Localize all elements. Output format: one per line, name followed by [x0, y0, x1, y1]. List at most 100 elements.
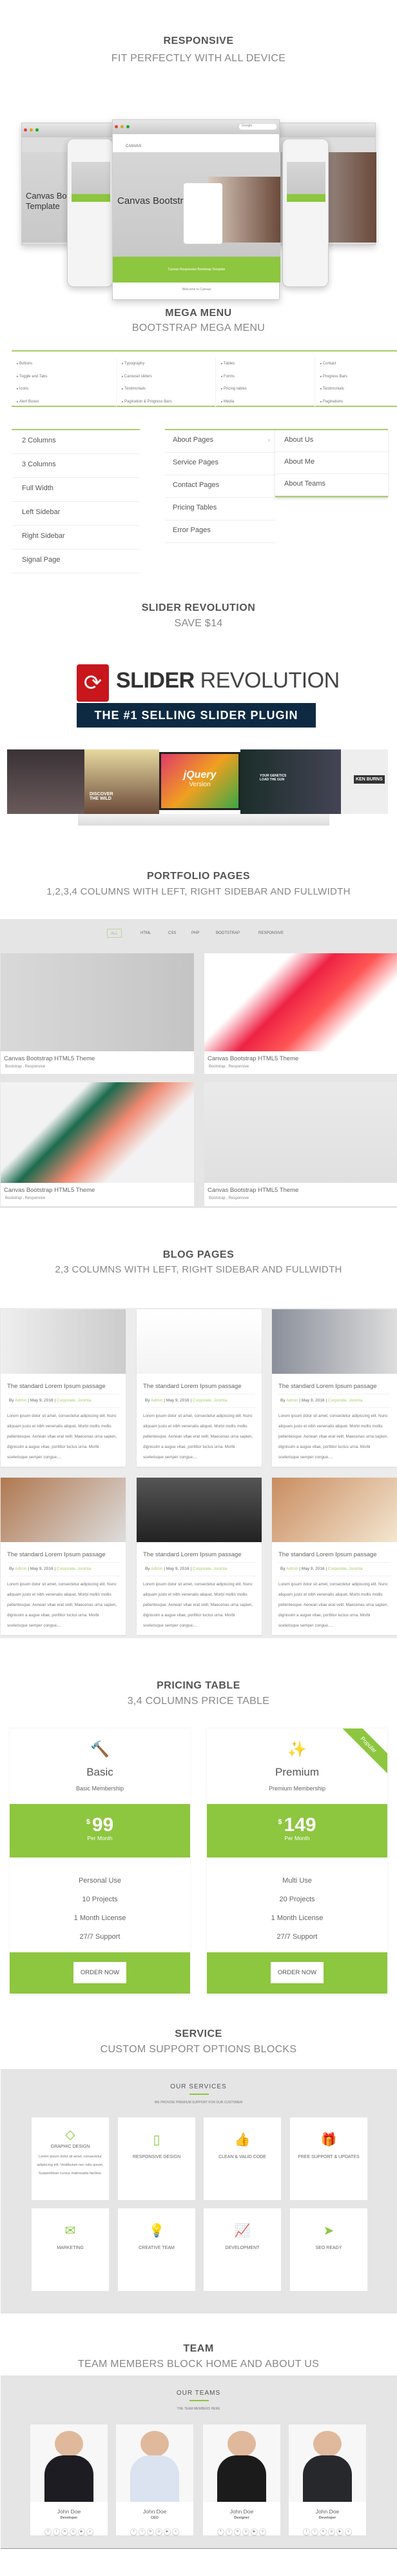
- author-link[interactable]: Admin: [15, 1398, 26, 1403]
- category-links[interactable]: Corporate, Joomla: [193, 1567, 227, 1571]
- portfolio-item[interactable]: Canvas Bootstrap HTML5 Theme Bootstrap , …: [204, 953, 397, 1074]
- layout-menu-item[interactable]: Right Sidebar: [12, 526, 140, 550]
- facebook-icon[interactable]: f: [130, 2528, 137, 2535]
- order-now-button[interactable]: ORDER NOW: [271, 1962, 324, 1983]
- blog-post-image[interactable]: [1, 1309, 126, 1374]
- portfolio-item-title[interactable]: Canvas Bootstrap HTML5 Theme: [4, 1187, 191, 1194]
- layout-menu-item[interactable]: Left Sidebar: [12, 502, 140, 526]
- portfolio-item-title[interactable]: Canvas Bootstrap HTML5 Theme: [4, 1055, 191, 1062]
- filter-css[interactable]: CSS: [165, 929, 179, 938]
- author-link[interactable]: Admin: [15, 1567, 26, 1571]
- mega-menu-item[interactable]: Carousel sliders: [122, 371, 213, 384]
- mega-menu-item[interactable]: Typography: [122, 358, 213, 371]
- plan-feature: Multi Use: [282, 1877, 312, 1885]
- youtube-icon[interactable]: ▶: [336, 2528, 344, 2535]
- author-link[interactable]: Admin: [151, 1567, 162, 1571]
- mega-menu-item[interactable]: Tables: [221, 358, 312, 371]
- skype-icon[interactable]: s: [259, 2528, 266, 2535]
- portfolio-item[interactable]: Canvas Bootstrap HTML5 Theme Bootstrap , …: [204, 1082, 397, 1206]
- portfolio-item-title[interactable]: Canvas Bootstrap HTML5 Theme: [208, 1055, 394, 1062]
- portfolio-item[interactable]: Canvas Bootstrap HTML5 Theme Bootstrap , …: [1, 1082, 194, 1206]
- mega-menu-item[interactable]: Paginations: [320, 396, 397, 409]
- dropdown-item[interactable]: Error Pages: [165, 520, 275, 543]
- mega-menu-item[interactable]: Buttons: [17, 358, 113, 371]
- blog-post-image[interactable]: [272, 1309, 397, 1374]
- portfolio-item-title[interactable]: Canvas Bootstrap HTML5 Theme: [208, 1187, 394, 1194]
- blog-post-image[interactable]: [272, 1478, 397, 1542]
- order-now-button[interactable]: ORDER NOW: [73, 1962, 126, 1983]
- mega-menu-item[interactable]: Contact: [320, 358, 397, 371]
- blog-post-image[interactable]: [1, 1478, 126, 1542]
- mega-menu-item[interactable]: Forms: [221, 371, 312, 384]
- dribbble-icon[interactable]: ◎: [242, 2528, 249, 2535]
- dropdown-item[interactable]: Pricing Tables: [165, 498, 275, 520]
- filter-php[interactable]: PHP: [188, 929, 202, 938]
- plan-feature: 27/7 Support: [276, 1933, 318, 1941]
- dropdown-item[interactable]: Contact Pages: [165, 475, 275, 498]
- filter-html[interactable]: HTML: [137, 929, 154, 938]
- mega-menu-item[interactable]: Toggle and Tabs: [17, 371, 113, 384]
- twitter-icon[interactable]: t: [53, 2528, 60, 2535]
- blog-post-title[interactable]: The standard Lorem Ipsum passage: [143, 1383, 255, 1394]
- linkedin-icon[interactable]: in: [147, 2528, 154, 2535]
- facebook-icon[interactable]: f: [44, 2528, 52, 2535]
- youtube-icon[interactable]: ▶: [78, 2528, 85, 2535]
- category-links[interactable]: Corporate, Joomla: [57, 1398, 91, 1403]
- skype-icon[interactable]: s: [172, 2528, 179, 2535]
- author-link[interactable]: Admin: [286, 1398, 298, 1403]
- category-links[interactable]: Corporate, Joomla: [328, 1398, 362, 1403]
- submenu-item[interactable]: About Me: [275, 452, 388, 474]
- category-links[interactable]: Corporate, Joomla: [328, 1567, 362, 1571]
- blog-post-title[interactable]: The standard Lorem Ipsum passage: [143, 1551, 255, 1563]
- mega-menu-item[interactable]: Testimonials: [320, 383, 397, 396]
- skype-icon[interactable]: s: [345, 2528, 352, 2535]
- layout-menu-item[interactable]: 2 Columns: [12, 430, 140, 454]
- youtube-icon[interactable]: ▶: [251, 2528, 258, 2535]
- mega-menu-item[interactable]: Progress Bars: [320, 371, 397, 384]
- author-link[interactable]: Admin: [286, 1567, 298, 1571]
- mega-menu-item[interactable]: Media: [221, 396, 312, 409]
- mega-menu-item[interactable]: Alert Boxes: [17, 396, 113, 409]
- layout-menu-item[interactable]: Full Width: [12, 478, 140, 502]
- dribbble-icon[interactable]: ◎: [70, 2528, 77, 2535]
- linkedin-icon[interactable]: in: [234, 2528, 241, 2535]
- mega-menu-item[interactable]: Icons: [17, 383, 113, 396]
- blog-post-title[interactable]: The standard Lorem Ipsum passage: [7, 1551, 119, 1563]
- filter-all[interactable]: ALL: [107, 929, 122, 938]
- dropdown-item[interactable]: Service Pages: [165, 453, 275, 475]
- dribbble-icon[interactable]: ◎: [155, 2528, 162, 2535]
- mega-menu-item[interactable]: Testimonials: [122, 383, 213, 396]
- twitter-icon[interactable]: t: [311, 2528, 318, 2535]
- linkedin-icon[interactable]: in: [320, 2528, 327, 2535]
- filter-responsive[interactable]: RESPONSIVE: [255, 929, 287, 938]
- portfolio-item[interactable]: Canvas Bootstrap HTML5 Theme Bootstrap , …: [1, 953, 194, 1074]
- blog-post-excerpt: Lorem ipsum dolor sit amet, consectetur …: [143, 1414, 253, 1460]
- twitter-icon[interactable]: t: [226, 2528, 233, 2535]
- category-links[interactable]: Corporate, Joomla: [57, 1567, 91, 1571]
- layout-menu-item[interactable]: 3 Columns: [12, 454, 140, 478]
- mega-menu-item[interactable]: Pagination & Progress Bars: [122, 396, 213, 409]
- dropdown-item[interactable]: About Pages ›: [165, 430, 275, 453]
- submenu-item[interactable]: About Teams: [275, 474, 388, 496]
- blog-post-title[interactable]: The standard Lorem Ipsum passage: [7, 1383, 119, 1394]
- dribbble-icon[interactable]: ◎: [328, 2528, 335, 2535]
- facebook-icon[interactable]: f: [217, 2528, 224, 2535]
- linkedin-icon[interactable]: in: [61, 2528, 68, 2535]
- filter-bootstrap[interactable]: BOOTSTRAP: [213, 929, 243, 938]
- mega-menu-item[interactable]: Pricing tables: [221, 383, 312, 396]
- twitter-icon[interactable]: t: [139, 2528, 146, 2535]
- blog-post-image[interactable]: [137, 1309, 262, 1374]
- blog-post-title[interactable]: The standard Lorem Ipsum passage: [278, 1383, 391, 1394]
- blog-post-title[interactable]: The standard Lorem Ipsum passage: [278, 1551, 391, 1563]
- section-title-blog: BLOG PAGES: [162, 1249, 235, 1260]
- section-subtitle-slider: SAVE $14: [174, 618, 223, 629]
- skype-icon[interactable]: s: [86, 2528, 93, 2535]
- layout-menu-item[interactable]: Signal Page: [12, 550, 140, 573]
- blog-post-image[interactable]: [137, 1478, 262, 1542]
- category-links[interactable]: Corporate, Joomla: [193, 1398, 227, 1403]
- plan-feature: Personal Use: [78, 1877, 122, 1885]
- facebook-icon[interactable]: f: [303, 2528, 310, 2535]
- submenu-item[interactable]: About Us: [275, 430, 388, 452]
- author-link[interactable]: Admin: [151, 1398, 162, 1403]
- youtube-icon[interactable]: ▶: [164, 2528, 171, 2535]
